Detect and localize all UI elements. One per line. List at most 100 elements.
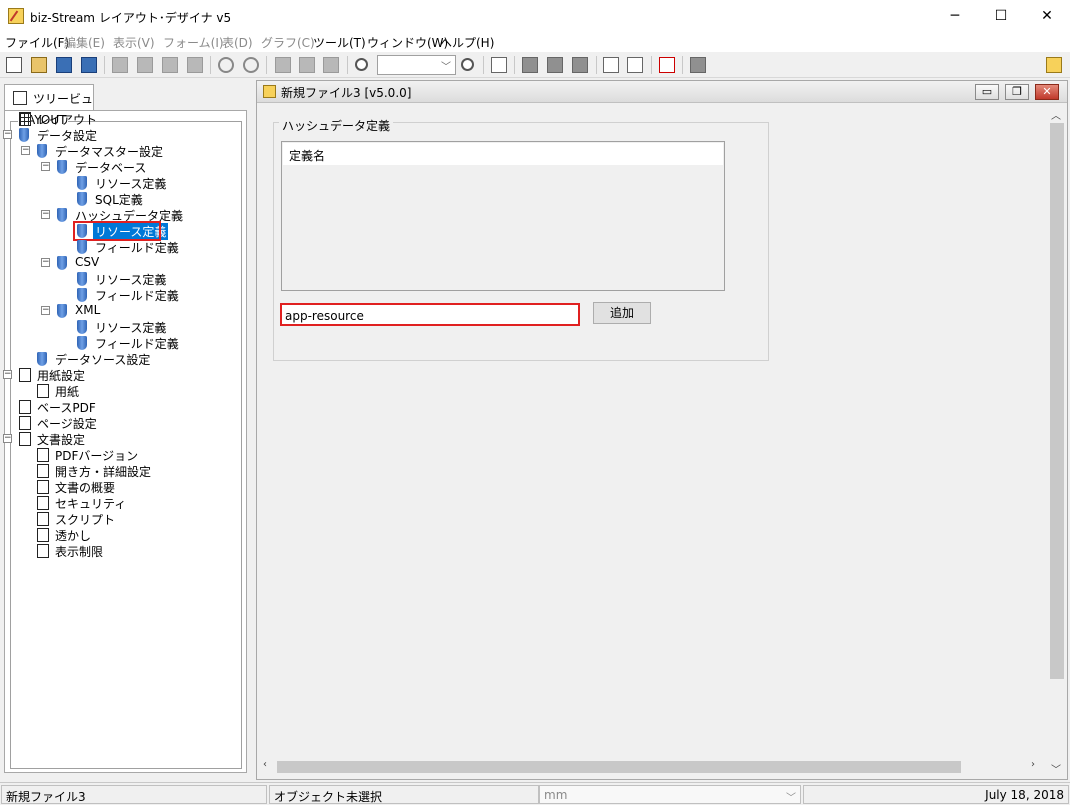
database-icon xyxy=(57,256,67,270)
tools-icon[interactable] xyxy=(659,57,675,73)
tree-collapse-icon[interactable]: − xyxy=(3,370,12,379)
tree-node-label: ページ設定 xyxy=(37,417,97,431)
preview-icon[interactable] xyxy=(603,57,619,73)
menu-file[interactable]: ファイル(F) xyxy=(5,34,69,51)
tree-collapse-icon[interactable]: − xyxy=(41,258,50,267)
left-pane: ツリービュー LAYOUT レイアウトデータ設定−データマスター設定−データベー… xyxy=(2,80,252,780)
menu-table[interactable]: 表(D) xyxy=(222,34,253,51)
menu-window[interactable]: ウィンドウ(W) xyxy=(367,34,448,51)
menu-graph[interactable]: グラフ(C) xyxy=(261,34,315,51)
tree-view: レイアウト データ設定 − データマスター設定 − データベース − リソース定義 SQL定義ハ… xyxy=(3,111,250,774)
menu-help[interactable]: ヘルプ(H) xyxy=(440,34,494,51)
app-icon xyxy=(8,8,24,24)
tree-collapse-icon[interactable]: − xyxy=(41,210,50,219)
menu-form[interactable]: フォーム(I) xyxy=(163,34,224,51)
menu-edit[interactable]: 編集(E) xyxy=(64,34,105,51)
tree-collapse-icon[interactable]: − xyxy=(3,130,12,139)
cut-icon[interactable] xyxy=(137,57,153,73)
scroll-up-icon[interactable]: ︿ xyxy=(1051,107,1061,122)
menu-view[interactable]: 表示(V) xyxy=(113,34,155,51)
tree-node-label: リソース定義 xyxy=(95,273,167,287)
status-selection: オブジェクト未選択 xyxy=(269,785,539,804)
page-icon xyxy=(19,368,31,382)
tab-tree-view[interactable]: ツリービュー xyxy=(4,84,94,123)
scroll-right-icon[interactable]: › xyxy=(1031,759,1035,770)
horizontal-scrollbar[interactable]: ‹ › xyxy=(257,757,1047,777)
undo-icon[interactable] xyxy=(218,57,234,73)
save-icon[interactable] xyxy=(56,57,72,73)
menu-bar: ファイル(F) 編集(E) 表示(V) フォーム(I) 表(D) グラフ(C) … xyxy=(0,32,1070,52)
tree-node-label: 用紙設定 xyxy=(37,369,86,383)
vertical-scroll-thumb[interactable] xyxy=(1050,123,1064,679)
scroll-down-icon[interactable]: ﹀ xyxy=(1051,761,1061,776)
page-icon xyxy=(19,416,31,430)
tree-node-label: データベース xyxy=(75,161,147,175)
new-document-icon[interactable] xyxy=(6,57,22,73)
tree-collapse-icon[interactable]: − xyxy=(3,434,12,443)
page3-icon[interactable] xyxy=(323,57,339,73)
close-button[interactable]: ✕ xyxy=(1024,0,1070,32)
page-icon xyxy=(37,496,49,510)
child-close-button[interactable]: ✕ xyxy=(1035,84,1059,100)
tree-node-label: 用紙 xyxy=(55,385,80,399)
tree-node-label: 文書の概要 xyxy=(55,481,116,495)
page-icon xyxy=(37,528,49,542)
edit-icon[interactable] xyxy=(491,57,507,73)
tree-node-label: フィールド定義 xyxy=(95,241,179,255)
database-icon xyxy=(77,336,87,350)
properties-icon[interactable] xyxy=(547,57,563,73)
child-restore-button[interactable]: ❐ xyxy=(1005,84,1029,100)
page2-icon[interactable] xyxy=(299,57,315,73)
copy-icon[interactable] xyxy=(112,57,128,73)
child-window: 新規ファイル3 [v5.0.0] ▭ ❐ ✕ ハッシュデータ定義 定義名 app… xyxy=(256,80,1068,780)
zoom-in-icon[interactable] xyxy=(355,58,368,71)
zoom-out-icon[interactable] xyxy=(461,58,474,71)
delete-icon[interactable] xyxy=(187,57,203,73)
save-all-icon[interactable] xyxy=(81,57,97,73)
menu-tools[interactable]: ツール(T) xyxy=(313,34,366,51)
tree-panel: LAYOUT レイアウト データ設定 − データマスター設定 − データベース − リソース定… xyxy=(3,110,250,774)
definition-name-input[interactable]: app-resource xyxy=(280,303,580,326)
vertical-scrollbar[interactable]: ︿ ﹀ xyxy=(1047,103,1067,779)
tree-node-label: データソース設定 xyxy=(55,353,151,367)
definition-list[interactable]: 定義名 xyxy=(281,141,725,291)
status-unit-select[interactable]: mm ﹀ xyxy=(539,785,801,804)
database-icon xyxy=(37,352,47,366)
database-icon xyxy=(77,288,87,302)
selection-highlight xyxy=(73,221,161,241)
find-icon[interactable] xyxy=(627,57,643,73)
horizontal-scroll-thumb[interactable] xyxy=(277,761,961,773)
stop-icon[interactable] xyxy=(690,57,706,73)
memo-icon[interactable] xyxy=(1046,57,1062,73)
redo-icon[interactable] xyxy=(243,57,259,73)
child-minimize-button[interactable]: ▭ xyxy=(975,84,999,100)
tree-node-label: スクリプト xyxy=(55,513,116,527)
chevron-down-icon: ﹀ xyxy=(786,793,796,804)
tree-collapse-icon[interactable]: − xyxy=(41,162,50,171)
database-icon xyxy=(19,128,29,142)
page-icon[interactable] xyxy=(275,57,291,73)
tree-collapse-icon[interactable]: − xyxy=(41,306,50,315)
zoom-combo[interactable]: ﹀ xyxy=(377,55,456,75)
database-icon xyxy=(77,320,87,334)
maximize-button[interactable]: ☐ xyxy=(978,0,1024,32)
table-icon[interactable] xyxy=(572,57,588,73)
database-icon xyxy=(57,160,67,174)
tree-node-label: CSV xyxy=(75,255,100,269)
minimize-button[interactable]: ─ xyxy=(932,0,978,32)
content-area: ハッシュデータ定義 定義名 app-resource 追加 xyxy=(257,103,1045,777)
open-folder-icon[interactable] xyxy=(31,57,47,73)
paste-icon[interactable] xyxy=(162,57,178,73)
grid-icon[interactable] xyxy=(522,57,538,73)
add-button[interactable]: 追加 xyxy=(593,302,651,324)
page-icon xyxy=(19,432,31,446)
tree-node-label: フィールド定義 xyxy=(95,289,179,303)
child-window-title: 新規ファイル3 [v5.0.0] xyxy=(281,86,412,100)
document-icon xyxy=(263,85,276,98)
tree-node-label: リソース定義 xyxy=(95,177,167,191)
page-icon xyxy=(37,464,49,478)
tree-collapse-icon[interactable]: − xyxy=(21,146,30,155)
scroll-left-icon[interactable]: ‹ xyxy=(263,759,267,770)
database-icon xyxy=(37,144,47,158)
title-bar: biz-Stream レイアウト･デザイナ v5 ─ ☐ ✕ xyxy=(0,0,1070,32)
